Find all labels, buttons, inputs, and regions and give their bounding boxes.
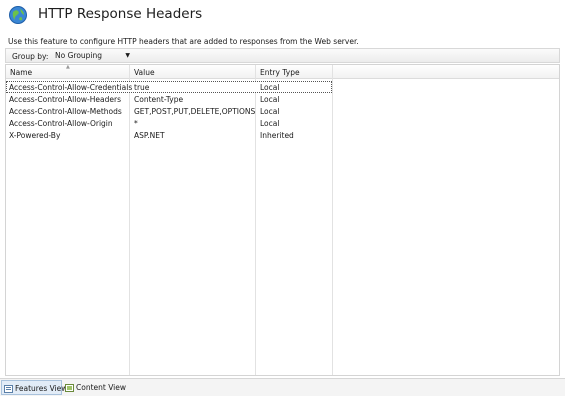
column-header-entry-type[interactable]: Entry Type [260,68,300,77]
page-header: HTTP Response Headers [0,0,565,34]
table-row[interactable]: Access-Control-Allow-Credentials true Lo… [6,81,332,93]
header-value-cell: * [134,119,138,128]
tab-content-view-label: Content View [76,383,127,392]
entry-type-cell: Local [260,107,280,116]
group-by-value: No Grouping [55,51,103,60]
entry-type-cell: Local [260,95,280,104]
tab-content-view[interactable]: Content View [63,380,127,395]
header-name-cell: X-Powered-By [9,131,61,140]
chevron-down-icon: ▼ [125,52,130,59]
column-header-value[interactable]: Value [134,68,155,77]
header-value-cell: GET,POST,PUT,DELETE,OPTIONS [134,107,256,116]
header-name-cell: Access-Control-Allow-Credentials [9,83,133,92]
header-name-cell: Access-Control-Allow-Origin [9,119,113,128]
header-name-cell: Access-Control-Allow-Methods [9,107,122,116]
column-header-name[interactable]: Name [10,68,32,77]
entry-type-cell: Inherited [260,131,294,140]
entry-type-cell: Local [260,83,280,92]
header-value-cell: true [134,83,150,92]
sort-indicator-icon: ▲ [66,64,70,70]
globe-icon [9,6,27,24]
group-by-label: Group by: [12,52,49,61]
tab-features-view[interactable]: Features View [1,380,67,395]
header-value-cell: Content-Type [134,95,184,104]
view-switcher-bar: Features View Content View [0,378,565,396]
table-row[interactable]: Access-Control-Allow-Origin * Local [6,117,332,129]
page-description: Use this feature to configure HTTP heade… [8,37,359,46]
group-by-dropdown[interactable]: No Grouping ▼ [52,51,134,61]
content-view-icon [65,384,74,392]
group-by-toolbar: Group by: No Grouping ▼ [5,48,560,63]
features-view-icon [4,385,13,393]
headers-table: Name ▲ Value Entry Type Access-Control-A… [5,64,560,376]
table-header: Name ▲ Value Entry Type [6,65,559,79]
header-name-cell: Access-Control-Allow-Headers [9,95,121,104]
page-title: HTTP Response Headers [38,6,203,22]
column-divider[interactable] [332,65,333,375]
header-value-cell: ASP.NET [134,131,165,140]
table-row[interactable]: Access-Control-Allow-Headers Content-Typ… [6,93,332,105]
tab-features-view-label: Features View [15,384,68,393]
table-row[interactable]: X-Powered-By ASP.NET Inherited [6,129,332,141]
table-row[interactable]: Access-Control-Allow-Methods GET,POST,PU… [6,105,332,117]
entry-type-cell: Local [260,119,280,128]
